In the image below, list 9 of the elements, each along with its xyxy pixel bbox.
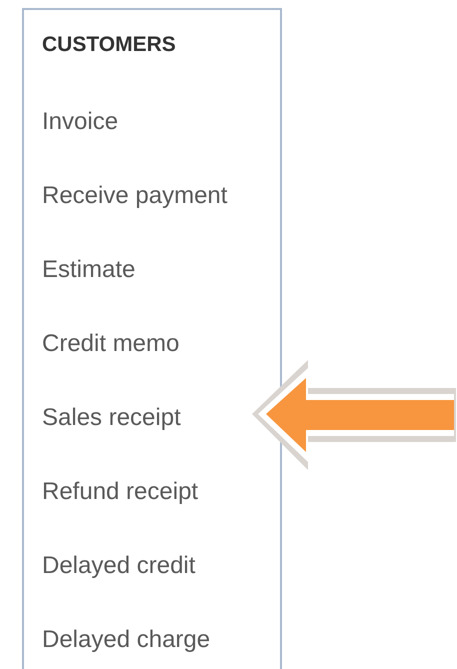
section-heading: CUSTOMERS: [42, 32, 176, 58]
menu-item[interactable]: Refund receipt: [42, 477, 198, 507]
menu-item[interactable]: Delayed charge: [42, 625, 210, 655]
menu-item[interactable]: Credit memo: [42, 329, 180, 359]
menu-item[interactable]: Invoice: [42, 107, 118, 137]
menu-item[interactable]: Delayed credit: [42, 551, 196, 581]
menu-item[interactable]: Sales receipt: [42, 403, 181, 433]
menu-item[interactable]: Receive payment: [42, 181, 228, 211]
menu-item[interactable]: Estimate: [42, 255, 136, 285]
